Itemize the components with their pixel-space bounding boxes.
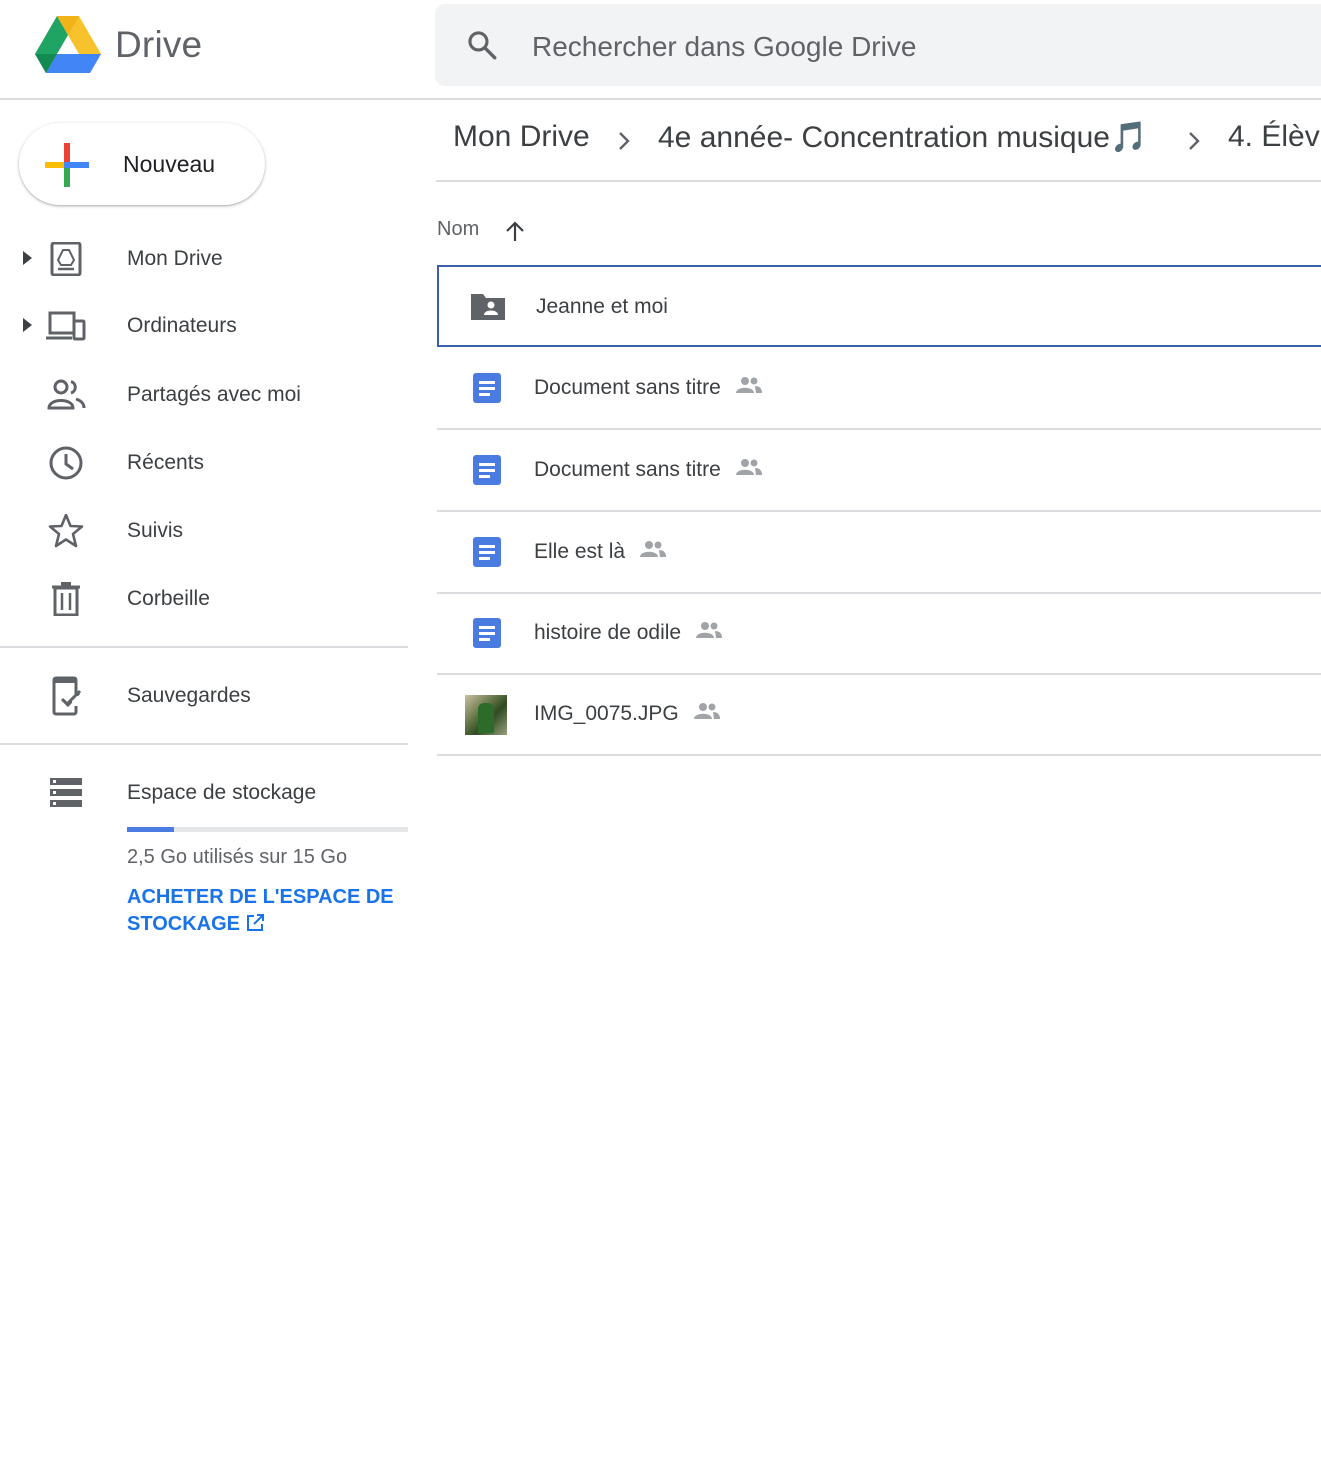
file-row-selected[interactable]: Jeanne et moi bbox=[437, 265, 1321, 347]
storage-usage-text: 2,5 Go utilisés sur 15 Go bbox=[127, 846, 348, 868]
chevron-right-icon bbox=[619, 132, 630, 150]
sidebar-item-shared-with-me[interactable]: Partagés avec moi bbox=[0, 366, 408, 422]
google-docs-icon bbox=[473, 618, 501, 648]
shared-people-icon bbox=[640, 541, 667, 557]
shared-folder-icon bbox=[471, 294, 505, 320]
buy-storage-link[interactable]: ACHETER DE L'ESPACE DE STOCKAGE bbox=[127, 884, 407, 938]
google-docs-icon bbox=[473, 537, 501, 567]
file-row[interactable]: histoire de odile bbox=[437, 593, 1321, 675]
plus-icon bbox=[45, 143, 89, 187]
sidebar-item-label: Sauvegardes bbox=[127, 684, 251, 707]
sidebar-item-label: Espace de stockage bbox=[127, 781, 317, 804]
my-drive-icon bbox=[50, 242, 82, 276]
file-name: histoire de odile bbox=[534, 621, 723, 645]
storage-progress-bar bbox=[127, 827, 408, 832]
image-thumbnail bbox=[465, 695, 507, 735]
file-row[interactable]: Elle est là bbox=[437, 512, 1321, 594]
breadcrumb-item-my-drive[interactable]: Mon Drive bbox=[453, 120, 590, 154]
app-brand[interactable]: Drive bbox=[115, 24, 202, 66]
expand-arrow-icon[interactable] bbox=[20, 318, 34, 332]
file-name: Jeanne et moi bbox=[536, 295, 668, 318]
file-row[interactable]: Document sans titre bbox=[437, 348, 1321, 430]
storage-progress-fill bbox=[127, 827, 174, 832]
google-drive-logo[interactable] bbox=[35, 16, 101, 74]
shared-people-icon bbox=[735, 377, 762, 393]
search-input[interactable]: Rechercher dans Google Drive bbox=[532, 31, 916, 63]
new-button-label: Nouveau bbox=[123, 151, 216, 177]
new-button[interactable]: Nouveau bbox=[19, 123, 265, 205]
sidebar-item-trash[interactable]: Corbeille bbox=[0, 570, 408, 626]
clock-icon bbox=[49, 446, 83, 480]
storage-icon bbox=[50, 778, 82, 807]
sidebar-item-starred[interactable]: Suivis bbox=[0, 502, 408, 558]
sidebar-item-label: Suivis bbox=[127, 519, 184, 542]
search-bar[interactable]: Rechercher dans Google Drive bbox=[435, 4, 1321, 86]
sidebar-item-label: Ordinateurs bbox=[127, 314, 237, 337]
trash-icon bbox=[52, 582, 80, 616]
sidebar-item-label: Corbeille bbox=[127, 587, 210, 610]
breadcrumb-item-folder[interactable]: 4e année- Concentration musique🎵 bbox=[658, 120, 1147, 155]
google-docs-icon bbox=[473, 455, 501, 485]
breadcrumb-item-current[interactable]: 4. Élève bbox=[1228, 120, 1321, 154]
file-name: Document sans titre bbox=[534, 376, 763, 400]
file-name: Elle est là bbox=[534, 540, 667, 564]
sidebar-item-label: Partagés avec moi bbox=[127, 383, 301, 406]
file-row[interactable]: IMG_0075.JPG bbox=[437, 674, 1321, 756]
shared-people-icon bbox=[696, 622, 723, 638]
expand-arrow-icon[interactable] bbox=[20, 251, 34, 265]
sidebar-item-recent[interactable]: Récents bbox=[0, 434, 408, 490]
shared-with-me-icon bbox=[47, 379, 86, 410]
sidebar-item-backups[interactable]: Sauvegardes bbox=[0, 667, 408, 723]
top-bar: Drive Rechercher dans Google Drive bbox=[0, 0, 1321, 100]
search-icon[interactable] bbox=[465, 28, 499, 62]
file-row[interactable]: Document sans titre bbox=[437, 430, 1321, 512]
sort-ascending-icon[interactable] bbox=[504, 220, 526, 242]
external-link-icon bbox=[246, 914, 264, 931]
google-docs-icon bbox=[473, 373, 501, 403]
computers-icon bbox=[46, 311, 86, 341]
chevron-right-icon bbox=[1189, 132, 1200, 150]
shared-people-icon bbox=[693, 703, 720, 719]
file-name: IMG_0075.JPG bbox=[534, 702, 721, 726]
sidebar-item-my-drive[interactable]: Mon Drive bbox=[0, 230, 408, 286]
backups-icon bbox=[52, 676, 82, 716]
breadcrumb: Mon Drive 4e année- Concentration musiqu… bbox=[436, 100, 1321, 182]
star-icon bbox=[48, 514, 84, 548]
sidebar-divider bbox=[0, 646, 408, 648]
shared-people-icon bbox=[735, 459, 762, 475]
sidebar-item-computers[interactable]: Ordinateurs bbox=[0, 297, 408, 353]
sidebar-item-storage[interactable]: Espace de stockage bbox=[0, 764, 408, 820]
sidebar-item-label: Récents bbox=[127, 451, 205, 474]
sidebar-divider bbox=[0, 743, 408, 745]
sidebar-item-label: Mon Drive bbox=[127, 247, 223, 270]
column-header-name[interactable]: Nom bbox=[437, 218, 479, 241]
file-name: Document sans titre bbox=[534, 458, 763, 482]
